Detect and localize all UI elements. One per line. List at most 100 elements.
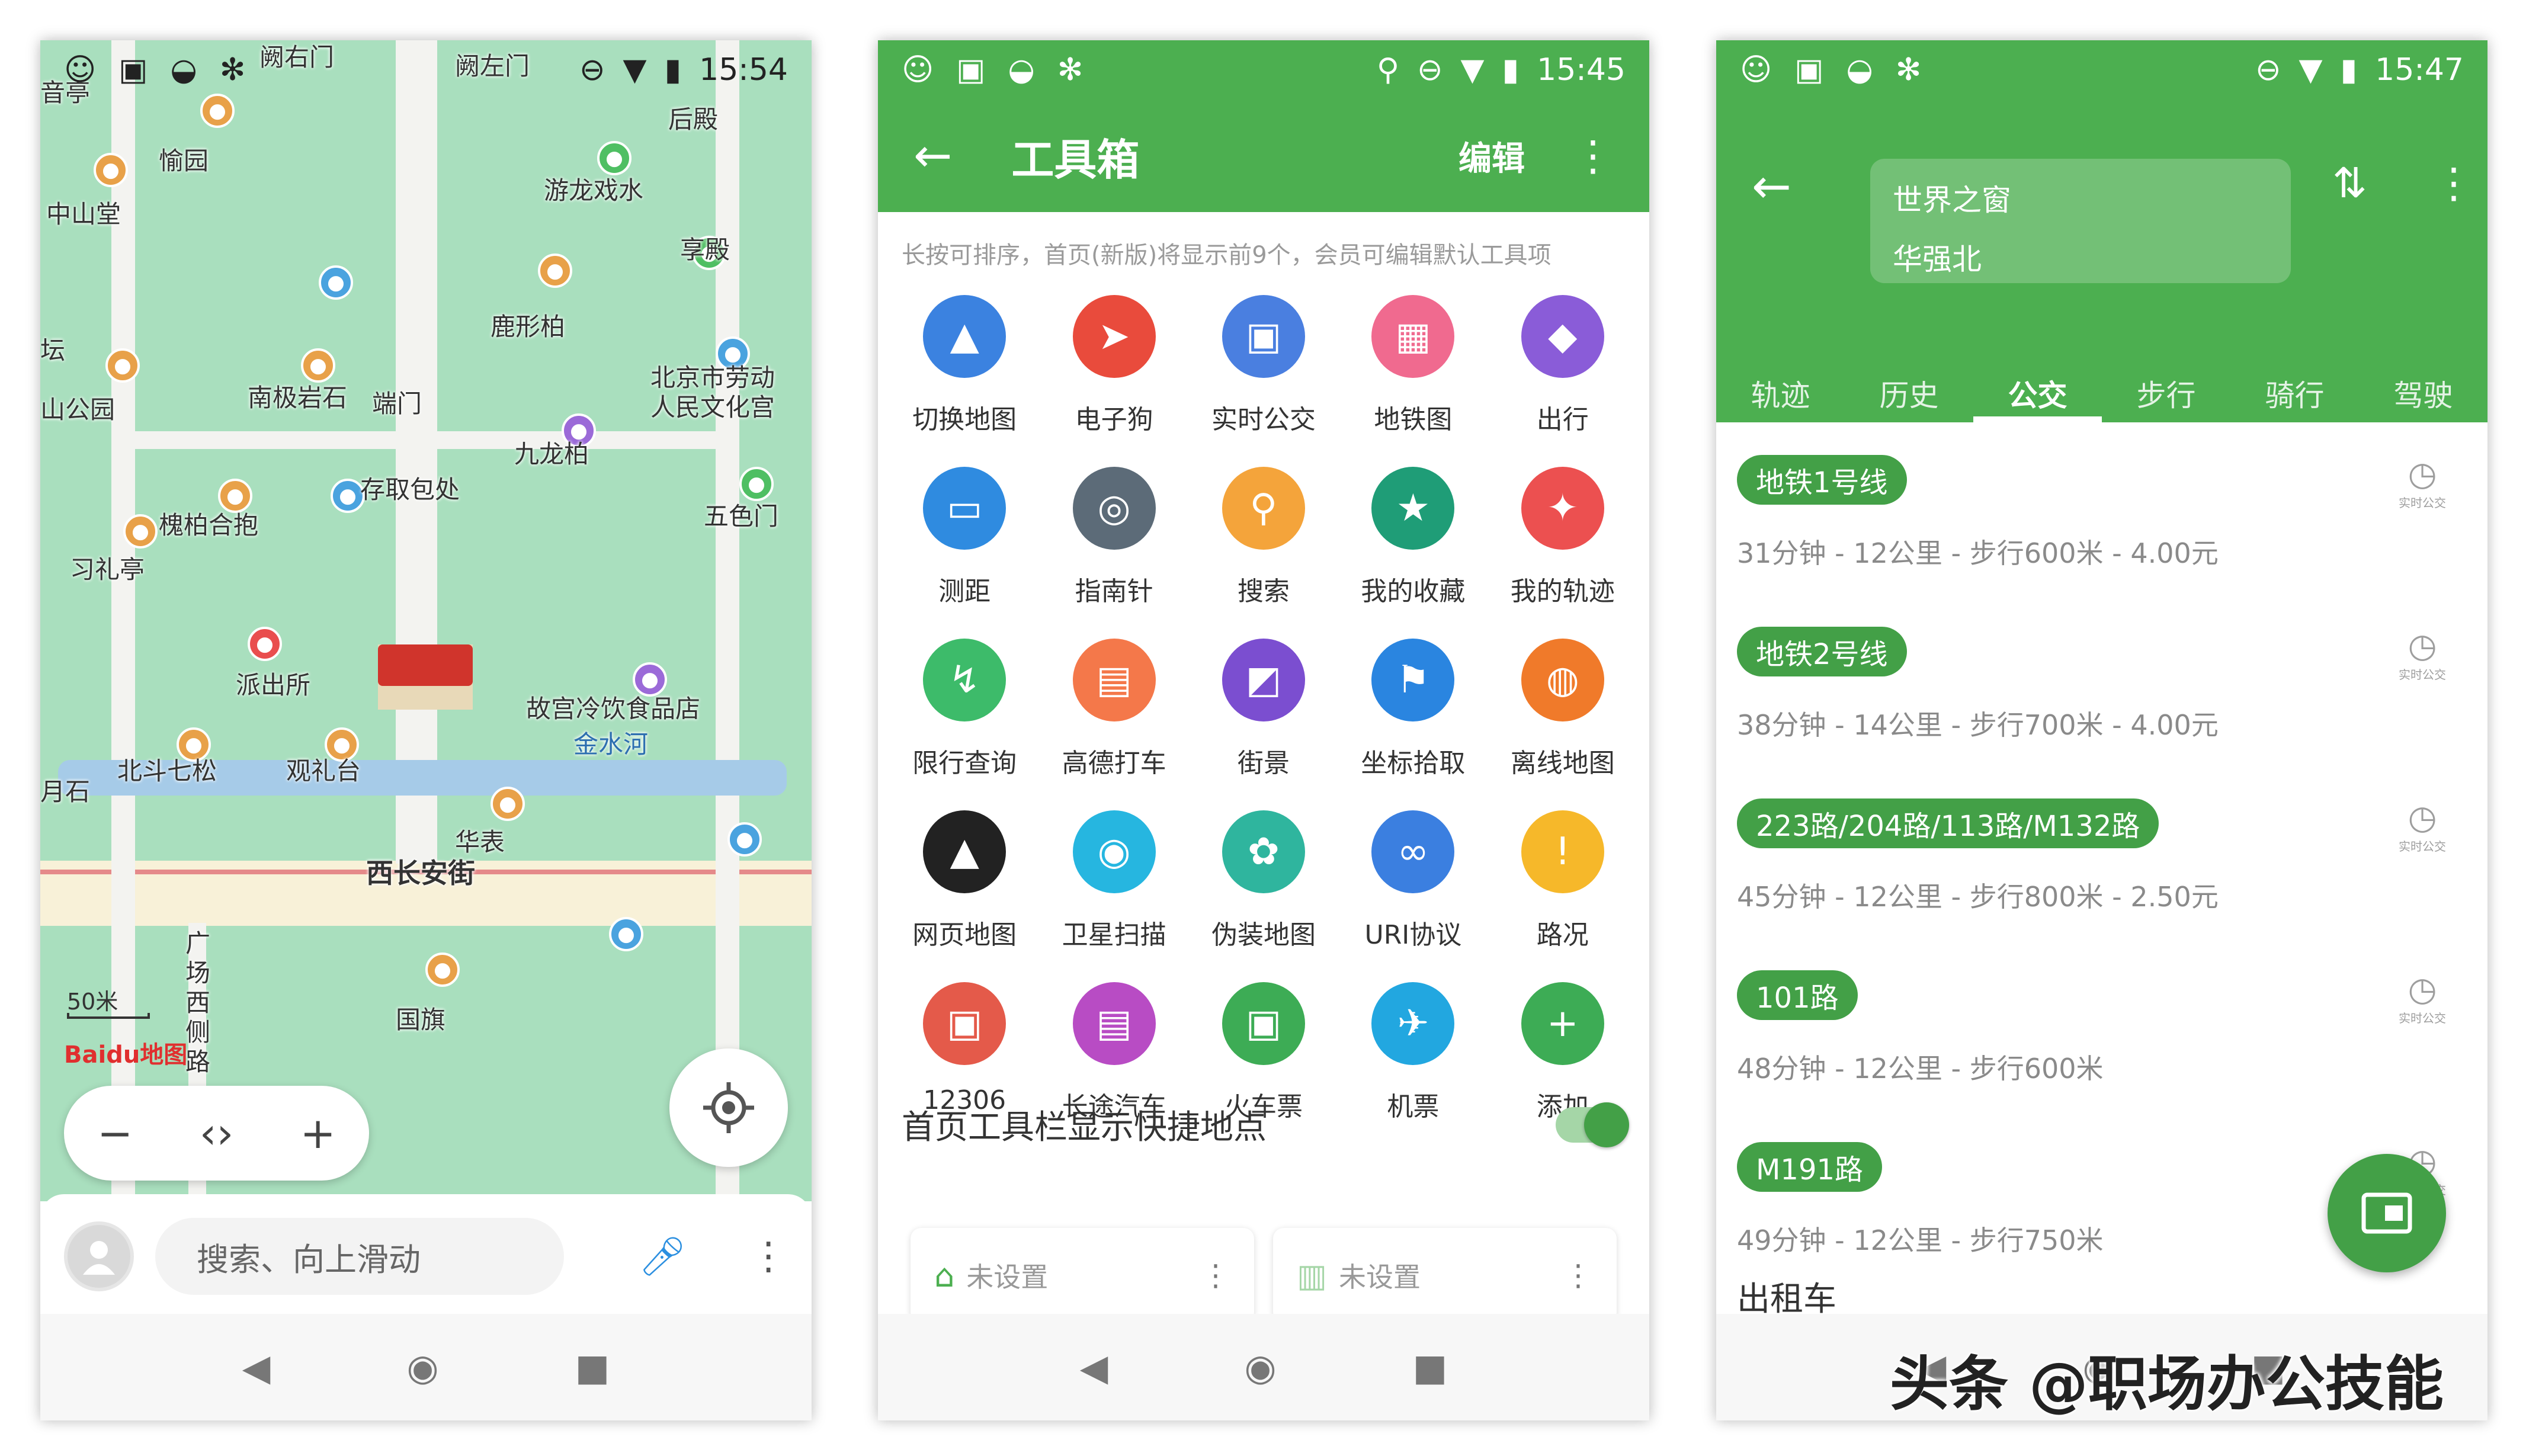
swap-icon[interactable]: ⇅ — [2332, 159, 2367, 207]
dnd-icon: ⊖ — [579, 52, 605, 88]
tool-item[interactable]: ▤ 高德打车 — [1039, 639, 1188, 780]
scale-bar — [67, 1013, 150, 1019]
realtime-label: 实时公交 — [2399, 1011, 2446, 1025]
tab-transit[interactable]: 公交 — [1973, 360, 2102, 422]
tab-drive[interactable]: 驾驶 — [2359, 360, 2487, 422]
avatar[interactable] — [64, 1221, 134, 1291]
more-icon[interactable]: ⋮ — [2433, 159, 2474, 207]
destination-field[interactable]: 华强北 — [1893, 230, 2268, 289]
route-option[interactable]: 223路/204路/113路/M132路 45分钟 - 12公里 - 步行800米… — [1716, 798, 2487, 970]
shortcut-toggle[interactable] — [1556, 1102, 1629, 1147]
tool-item[interactable]: ◩ 街景 — [1189, 639, 1338, 780]
history-icon: ◷ — [2408, 455, 2437, 493]
poi-icon[interactable]: ● — [105, 348, 140, 383]
map-label: 月石 — [40, 777, 91, 806]
back-nav-icon[interactable]: ◀ — [1080, 1346, 1108, 1389]
more-icon[interactable]: ⋮ — [749, 1234, 787, 1278]
tool-item[interactable]: ◍ 离线地图 — [1488, 639, 1637, 780]
tool-item[interactable]: ✦ 我的轨迹 — [1488, 467, 1637, 608]
back-nav-icon[interactable]: ◀ — [242, 1346, 271, 1389]
poi-icon[interactable]: ● — [425, 953, 460, 987]
more-icon[interactable]: ⋮ — [1572, 132, 1614, 180]
poi-icon[interactable]: ● — [319, 265, 353, 300]
tab-history[interactable]: 历史 — [1845, 360, 1973, 422]
poi-icon[interactable]: ● — [538, 254, 572, 288]
tool-item[interactable]: ✿ 伪装地图 — [1189, 810, 1338, 951]
realtime-label: 实时公交 — [2399, 839, 2446, 854]
more-icon[interactable]: ⋮ — [1201, 1258, 1230, 1293]
tool-item[interactable]: ! 路况 — [1488, 810, 1637, 951]
poi-icon[interactable]: ● — [491, 787, 525, 821]
route-option[interactable]: 地铁1号线 31分钟 - 12公里 - 步行600米 - 4.00元 ◷ 实时公交 — [1716, 455, 2487, 627]
zoom-out-button[interactable]: − — [97, 1108, 133, 1158]
tool-label: 地铁图 — [1374, 405, 1453, 435]
toggle-knob — [1584, 1102, 1629, 1147]
realtime-bus-button[interactable]: ◷ 实时公交 — [2387, 970, 2458, 1026]
tool-label: 指南针 — [1075, 576, 1153, 607]
quick-work-card[interactable]: ▥ 未设置 ⋮ — [1273, 1228, 1617, 1323]
more-icon[interactable]: ⋮ — [1563, 1258, 1593, 1293]
poi-icon[interactable]: ● — [123, 514, 158, 549]
tool-item[interactable]: ◎ 指南针 — [1039, 467, 1188, 608]
tool-item[interactable]: ↯ 限行查询 — [890, 639, 1039, 780]
tool-label: 我的收藏 — [1361, 576, 1466, 607]
route-option[interactable]: 101路 48分钟 - 12公里 - 步行600米 ◷ 实时公交 — [1716, 970, 2487, 1142]
route-option[interactable]: 地铁2号线 38分钟 - 14公里 - 步行700米 - 4.00元 ◷ 实时公交 — [1716, 627, 2487, 798]
tool-item[interactable]: ◉ 卫星扫描 — [1039, 810, 1188, 951]
map-label: 故宫冷饮食品店 — [526, 694, 701, 723]
search-input[interactable]: 搜索、向上滑动 — [155, 1218, 564, 1295]
map-label: 国旗 — [396, 1005, 446, 1034]
metro-poi-icon[interactable]: ● — [727, 822, 762, 857]
tool-item[interactable]: ⚑ 坐标拾取 — [1338, 639, 1488, 780]
tool-item[interactable]: ➤ 电子狗 — [1039, 295, 1188, 436]
realtime-bus-button[interactable]: ◷ 实时公交 — [2387, 798, 2458, 854]
home-nav-icon[interactable]: ◉ — [406, 1346, 438, 1389]
home-nav-icon[interactable]: ◉ — [1244, 1346, 1276, 1389]
map-canvas[interactable]: ● ● ● ● ● ● ● ● ● ● ● ● ● ● ● ● ● ● ● ● … — [40, 40, 812, 1201]
recents-nav-icon[interactable]: ■ — [1413, 1346, 1448, 1389]
recents-nav-icon[interactable]: ■ — [575, 1346, 610, 1389]
back-arrow-icon[interactable]: ← — [913, 129, 952, 182]
route-name-badge: 101路 — [1737, 970, 1858, 1020]
microphone-icon[interactable]: 🎤︎ — [639, 1234, 687, 1279]
android-icon: ◒ — [1008, 52, 1035, 88]
route-meta: 48分钟 - 12公里 - 步行600米 — [1737, 1053, 2104, 1085]
tool-item[interactable]: ⚲ 搜索 — [1189, 467, 1338, 608]
tool-item[interactable]: ★ 我的收藏 — [1338, 467, 1488, 608]
tab-walk[interactable]: 步行 — [2102, 360, 2230, 422]
tool-item[interactable]: ▦ 地铁图 — [1338, 295, 1488, 436]
map-logo: Baidu地图 — [64, 1041, 188, 1069]
realtime-bus-button[interactable]: ◷ 实时公交 — [2387, 627, 2458, 682]
police-poi-icon[interactable]: ● — [248, 627, 282, 661]
back-arrow-icon[interactable]: ← — [1752, 159, 1791, 214]
history-icon: ◷ — [2408, 627, 2437, 665]
history-icon: ◷ — [2408, 798, 2437, 837]
code-icon[interactable]: ‹› — [200, 1108, 234, 1158]
route-meta: 31分钟 - 12公里 - 步行600米 - 4.00元 — [1737, 537, 2219, 569]
map-label: 中山堂 — [46, 200, 121, 229]
realtime-bus-button[interactable]: ◷ 实时公交 — [2387, 455, 2458, 511]
tab-track[interactable]: 轨迹 — [1716, 360, 1845, 422]
quick-home-card[interactable]: ⌂ 未设置 ⋮ — [911, 1228, 1254, 1323]
page-title: 工具箱 — [1011, 134, 1140, 185]
map-label: 观礼台 — [286, 756, 361, 785]
tab-ride[interactable]: 骑行 — [2230, 360, 2359, 422]
zoom-in-button[interactable]: + — [300, 1108, 336, 1158]
poi-icon[interactable]: ● — [94, 153, 128, 187]
route-screen: ☺ ▣ ◒ ✻ ⊖ ▼ ▮ 15:47 ← 世界之窗 华强北 ⇅ ⋮ 轨迹 历史 公交 步行… — [1716, 40, 2487, 1420]
tool-item[interactable]: ▲ 网页地图 — [890, 810, 1039, 951]
tool-icon: ▤ — [1072, 982, 1156, 1065]
tool-label: 实时公交 — [1211, 405, 1316, 435]
edit-button[interactable]: 编辑 — [1458, 132, 1525, 180]
locate-button[interactable] — [669, 1048, 788, 1167]
map-view-button[interactable] — [2328, 1154, 2446, 1272]
tool-item[interactable]: ▣ 实时公交 — [1189, 295, 1338, 436]
poi-icon[interactable]: ● — [609, 917, 643, 951]
tool-item[interactable]: ◆ 出行 — [1488, 295, 1637, 436]
nav-bar: ◀ ◉ ■ — [878, 1314, 1649, 1420]
tool-item[interactable]: ▭ 测距 — [890, 467, 1039, 608]
origin-field[interactable]: 世界之窗 — [1893, 171, 2268, 230]
tool-item[interactable]: ▲ 切换地图 — [890, 295, 1039, 436]
map-label: 九龙柏 — [514, 440, 589, 469]
tool-item[interactable]: ∞ URI协议 — [1338, 810, 1488, 951]
